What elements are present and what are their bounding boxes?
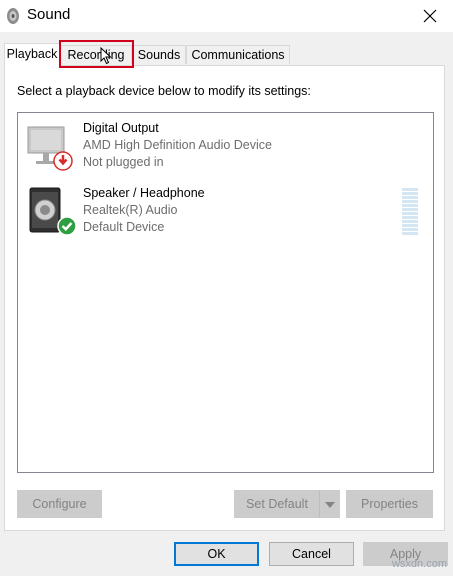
tab-recording-label: Recording: [67, 48, 125, 62]
level-bar: [402, 192, 418, 195]
tab-communications-label: Communications: [191, 48, 285, 62]
device-name: Speaker / Headphone: [83, 186, 205, 200]
speaker-app-icon: [5, 7, 21, 25]
set-default-button[interactable]: Set Default: [234, 490, 320, 518]
tab-sounds[interactable]: Sounds: [132, 45, 186, 64]
chevron-down-icon: [325, 502, 335, 508]
device-status: Not plugged in: [83, 155, 164, 169]
tab-playback-label: Playback: [6, 47, 58, 61]
window-title: Sound: [27, 6, 71, 23]
dialog-body: Recording Sounds Communications Playback…: [0, 32, 453, 576]
level-bar: [402, 200, 418, 203]
level-bar: [402, 216, 418, 219]
level-bar: [402, 204, 418, 207]
tab-recording[interactable]: Recording: [60, 45, 132, 64]
title-bar: Sound: [0, 0, 453, 32]
tab-communications[interactable]: Communications: [186, 45, 290, 64]
device-driver: Realtek(R) Audio: [83, 203, 178, 217]
properties-button[interactable]: Properties: [346, 490, 433, 518]
tab-playback[interactable]: Playback: [4, 43, 60, 66]
device-name: Digital Output: [83, 121, 159, 135]
volume-level-meter: [402, 188, 418, 238]
device-item-digital-output[interactable]: Digital Output AMD High Definition Audio…: [18, 117, 433, 177]
tab-sounds-label: Sounds: [137, 48, 181, 62]
device-status: Default Device: [83, 220, 165, 234]
set-default-dropdown-button[interactable]: [320, 490, 340, 518]
level-bar: [402, 212, 418, 215]
playback-panel: Select a playback device below to modify…: [4, 65, 445, 531]
level-bar: [402, 228, 418, 231]
level-bar: [402, 220, 418, 223]
level-bar: [402, 196, 418, 199]
close-button[interactable]: [407, 0, 453, 32]
level-bar: [402, 224, 418, 227]
level-bar: [402, 232, 418, 235]
close-icon: [423, 9, 437, 23]
device-item-speaker-headphone[interactable]: Speaker / Headphone Realtek(R) Audio Def…: [18, 182, 433, 242]
device-driver: AMD High Definition Audio Device: [83, 138, 272, 152]
cancel-button[interactable]: Cancel: [269, 542, 354, 566]
level-bar: [402, 208, 418, 211]
mouse-cursor-icon: [100, 46, 112, 68]
configure-button[interactable]: Configure: [17, 490, 102, 518]
instruction-text: Select a playback device below to modify…: [17, 84, 311, 98]
default-check-badge: [57, 216, 77, 239]
watermark: wsxdn.com: [391, 558, 447, 570]
device-list[interactable]: Digital Output AMD High Definition Audio…: [17, 112, 434, 473]
ok-button[interactable]: OK: [174, 542, 259, 566]
level-bar: [402, 188, 418, 191]
unplugged-down-arrow-badge: [53, 151, 73, 174]
